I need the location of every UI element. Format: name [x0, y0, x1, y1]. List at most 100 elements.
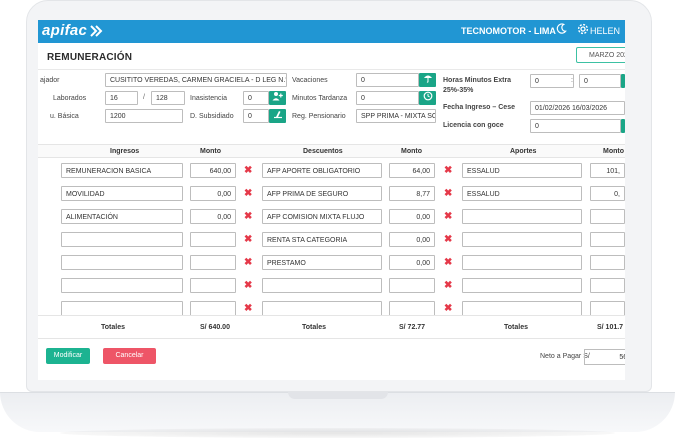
- ingreso-monto-field[interactable]: 640,00: [190, 163, 236, 178]
- aporte-concepto-field[interactable]: [462, 301, 582, 316]
- descuento-concepto-field[interactable]: [262, 301, 382, 316]
- descuento-concepto-field[interactable]: AFP APORTE OBLIGATORIO: [262, 163, 382, 178]
- aporte-concepto-field[interactable]: [462, 209, 582, 224]
- table-header: Ingresos Monto Descuentos Monto Aportes …: [38, 144, 625, 158]
- clock-icon[interactable]: [419, 91, 436, 105]
- descuento-monto-field[interactable]: 0,00: [389, 209, 435, 224]
- ingreso-monto-field[interactable]: [190, 232, 236, 247]
- delete-descuento-icon[interactable]: ✖: [444, 258, 452, 268]
- delete-ingreso-icon[interactable]: ✖: [244, 189, 252, 199]
- totals-descuentos-label: Totales: [302, 324, 326, 331]
- aporte-monto-field[interactable]: 0,: [590, 186, 625, 201]
- ingreso-concepto-field[interactable]: [61, 255, 183, 270]
- ingreso-cese-field[interactable]: 01/02/2026 16/03/2026: [530, 101, 625, 115]
- delete-ingreso-icon[interactable]: ✖: [244, 258, 252, 268]
- descuento-monto-field[interactable]: 8,77: [389, 186, 435, 201]
- descuento-monto-field[interactable]: 0,00: [389, 232, 435, 247]
- ingreso-concepto-field[interactable]: REMUNERACION BASICA: [61, 163, 183, 178]
- extra-minutes-field[interactable]: 0: [579, 74, 621, 88]
- top-bar: apifac TECNOMOTOR - LIMA HELEN: [38, 20, 625, 43]
- laptop-mockup: apifac TECNOMOTOR - LIMA HELEN REMUNERAC…: [0, 0, 675, 440]
- laborados-field[interactable]: 16: [105, 91, 138, 105]
- descuento-monto-field[interactable]: 0,00: [389, 255, 435, 270]
- basica-field[interactable]: 1200: [105, 109, 183, 123]
- ingreso-monto-field[interactable]: 0,00: [190, 209, 236, 224]
- aporte-concepto-field[interactable]: [462, 278, 582, 293]
- moon-icon[interactable]: [553, 23, 569, 39]
- trabajador-field[interactable]: CUSITITO VEREDAS, CARMEN GRACIELA - D LE…: [105, 73, 287, 87]
- totals-ingresos-value: S/ 640.00: [200, 324, 230, 331]
- descuento-concepto-field[interactable]: AFP PRIMA DE SEGURO: [262, 186, 382, 201]
- laborados-separator: /: [143, 94, 145, 101]
- delete-descuento-icon[interactable]: ✖: [444, 235, 452, 245]
- licencia-action-button[interactable]: [621, 119, 625, 133]
- extra-hours-field[interactable]: 0: [530, 74, 574, 88]
- ingreso-monto-field[interactable]: 0,00: [190, 186, 236, 201]
- neto-field[interactable]: 567: [584, 349, 625, 365]
- extra-action-button[interactable]: [621, 74, 625, 88]
- aporte-monto-field[interactable]: [590, 209, 625, 224]
- totals-descuentos-value: S/ 72.77: [399, 324, 426, 331]
- header-descuentos: Descuentos: [303, 148, 343, 155]
- descuento-concepto-field[interactable]: RENTA STA CATEGORIA: [262, 232, 382, 247]
- delete-descuento-icon[interactable]: ✖: [444, 212, 452, 222]
- ingreso-concepto-field[interactable]: ALIMENTACIÓN: [61, 209, 183, 224]
- vacaciones-field[interactable]: 0: [356, 73, 419, 87]
- app-logo[interactable]: apifac: [42, 22, 87, 39]
- gear-icon[interactable]: [575, 23, 591, 39]
- aporte-concepto-field[interactable]: [462, 232, 582, 247]
- tardanza-field[interactable]: 0: [356, 91, 419, 105]
- delete-descuento-icon[interactable]: ✖: [444, 189, 452, 199]
- delete-ingreso-icon[interactable]: ✖: [244, 304, 252, 314]
- period-button[interactable]: MARZO 202: [576, 47, 625, 63]
- delete-descuento-icon[interactable]: ✖: [444, 166, 452, 176]
- header-aportes: Aportes: [510, 148, 537, 155]
- ingreso-concepto-field[interactable]: [61, 301, 183, 316]
- descuento-concepto-field[interactable]: PRESTAMO: [262, 255, 382, 270]
- inasistencia-field[interactable]: 0: [243, 91, 269, 105]
- laborados-total-field[interactable]: 128: [151, 91, 185, 105]
- company-name[interactable]: TECNOMOTOR - LIMA: [461, 26, 556, 36]
- aporte-monto-field[interactable]: [590, 278, 625, 293]
- delete-ingreso-icon[interactable]: ✖: [244, 166, 252, 176]
- descuento-monto-field[interactable]: [389, 278, 435, 293]
- subsidiado-field[interactable]: 0: [243, 109, 269, 123]
- aporte-concepto-field[interactable]: ESSALUD: [462, 186, 582, 201]
- descuento-concepto-field[interactable]: [262, 278, 382, 293]
- delete-ingreso-icon[interactable]: ✖: [244, 235, 252, 245]
- tardanza-label: Minutos Tardanza: [292, 95, 348, 102]
- delete-ingreso-icon[interactable]: ✖: [244, 281, 252, 291]
- laptop-notch: [288, 392, 388, 399]
- descuento-concepto-field[interactable]: AFP COMISION MIXTA FLUJO: [262, 209, 382, 224]
- ingreso-monto-field[interactable]: [190, 301, 236, 316]
- ingreso-monto-field[interactable]: [190, 278, 236, 293]
- add-user-icon[interactable]: [269, 91, 286, 105]
- descuento-monto-field[interactable]: [389, 301, 435, 316]
- modificar-button[interactable]: Modificar: [46, 348, 90, 364]
- ingreso-monto-field[interactable]: [190, 255, 236, 270]
- aporte-monto-field[interactable]: [590, 232, 625, 247]
- delete-descuento-icon[interactable]: ✖: [444, 304, 452, 314]
- delete-ingreso-icon[interactable]: ✖: [244, 212, 252, 222]
- licencia-field[interactable]: 0: [530, 119, 621, 133]
- header-monto-ingresos: Monto: [200, 148, 221, 155]
- umbrella-icon[interactable]: [419, 73, 436, 87]
- aporte-monto-field[interactable]: [590, 255, 625, 270]
- pensionario-field[interactable]: SPP PRIMA - MIXTA SO: [356, 109, 436, 123]
- aporte-concepto-field[interactable]: [462, 255, 582, 270]
- aporte-concepto-field[interactable]: ESSALUD: [462, 163, 582, 178]
- subsidiado-label: D. Subsidiado: [190, 113, 234, 120]
- delete-descuento-icon[interactable]: ✖: [444, 281, 452, 291]
- aporte-monto-field[interactable]: [590, 301, 625, 316]
- extra-label: Horas Minutos Extra: [443, 77, 512, 84]
- ingreso-concepto-field[interactable]: [61, 232, 183, 247]
- descuento-monto-field[interactable]: 64,00: [389, 163, 435, 178]
- cancelar-button[interactable]: Cancelar: [103, 348, 156, 364]
- aporte-monto-field[interactable]: 101,: [590, 163, 625, 178]
- ingreso-concepto-field[interactable]: MOVILIDAD: [61, 186, 183, 201]
- title-divider: [38, 69, 625, 70]
- medical-icon[interactable]: [269, 109, 286, 123]
- user-name[interactable]: HELEN: [590, 26, 620, 36]
- ingreso-concepto-field[interactable]: [61, 278, 183, 293]
- header-monto-aportes: Monto: [603, 148, 624, 155]
